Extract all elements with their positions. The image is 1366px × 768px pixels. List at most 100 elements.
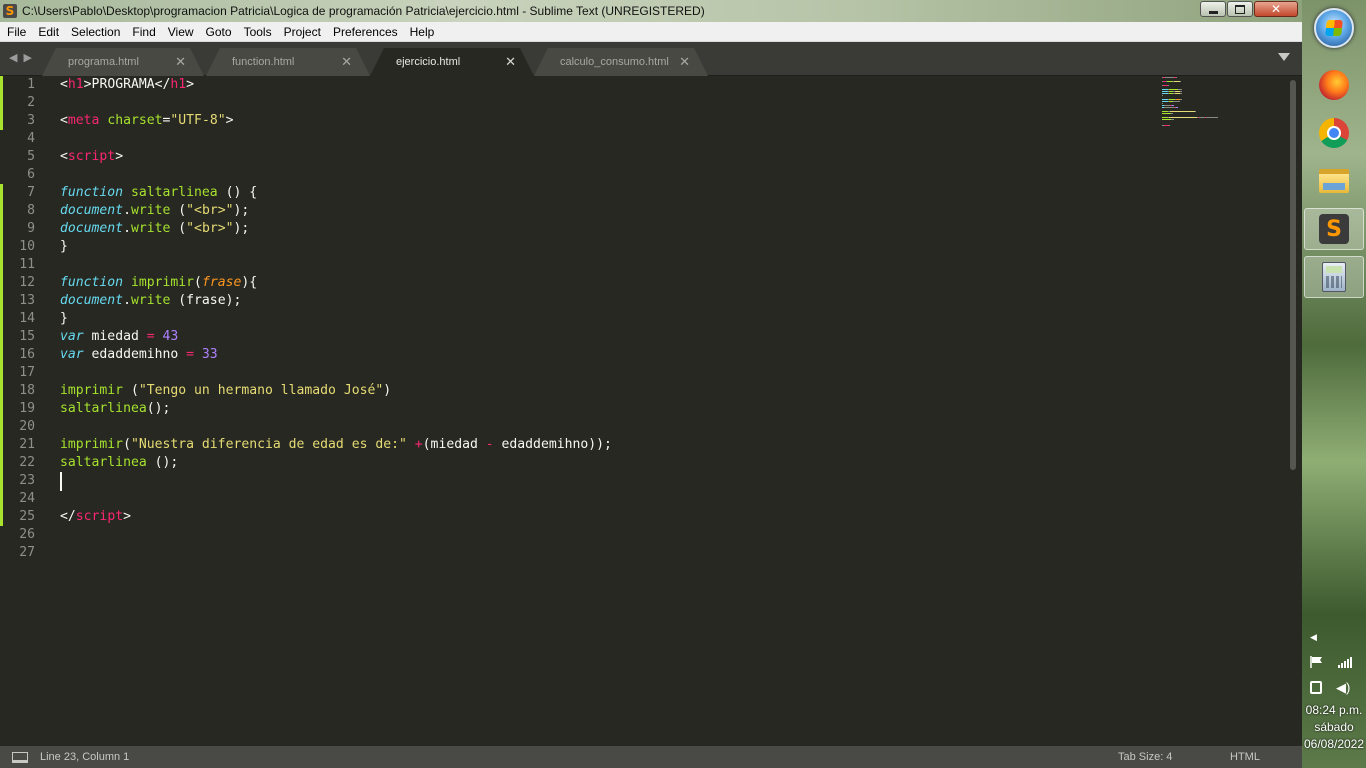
code-token: "<br>": [186, 203, 234, 218]
menu-tools[interactable]: Tools: [238, 22, 278, 42]
taskbar-calculator[interactable]: [1304, 256, 1364, 298]
code-token: imprimir: [60, 437, 124, 452]
panel-toggle-icon[interactable]: [12, 752, 28, 763]
minimap-stroke: [1169, 89, 1178, 90]
code-token: script: [75, 509, 124, 524]
volume-icon[interactable]: ◀): [1336, 680, 1350, 696]
code-token: h1: [67, 77, 84, 92]
minimap-stroke: [1172, 105, 1174, 106]
line-number: 23: [19, 473, 35, 488]
start-button[interactable]: [1314, 8, 1354, 48]
minimap-stroke: [1173, 101, 1180, 102]
code-token: ): [383, 383, 392, 398]
menu-edit[interactable]: Edit: [32, 22, 65, 42]
code-token: function: [60, 185, 124, 200]
tab-close-icon[interactable]: ✕: [679, 54, 690, 70]
code-token: miedad: [83, 329, 147, 344]
line-number: 19: [19, 401, 35, 416]
tab-left-arrow-icon[interactable]: ◀: [9, 51, 17, 64]
code-token: ();: [146, 455, 179, 470]
taskbar-chrome[interactable]: [1304, 112, 1364, 154]
tab-ejercicio-html[interactable]: ejercicio.html ✕: [370, 48, 534, 76]
minimize-button[interactable]: [1200, 1, 1226, 17]
code-token: write: [130, 221, 171, 236]
menu-goto[interactable]: Goto: [200, 22, 238, 42]
battery-icon[interactable]: [1310, 681, 1322, 694]
code-token: +: [414, 437, 423, 452]
minimap-stroke: [1168, 85, 1169, 86]
taskbar-firefox[interactable]: [1304, 64, 1364, 106]
code-token: function: [60, 275, 124, 290]
minimap[interactable]: [1160, 76, 1240, 136]
code-token: var: [60, 329, 84, 344]
minimap-stroke: [1180, 81, 1181, 82]
menu-help[interactable]: Help: [404, 22, 441, 42]
close-icon: ✕: [1270, 2, 1282, 16]
code-line: document.write ("<br>");: [60, 202, 249, 220]
sublime-text-icon: S: [3, 4, 17, 18]
maximize-button[interactable]: [1227, 1, 1253, 17]
code-token: 33: [201, 347, 218, 362]
clock-time[interactable]: 08:24 p.m.: [1302, 703, 1366, 717]
menu-find[interactable]: Find: [126, 22, 161, 42]
code-token: "Tengo un hermano llamado José": [138, 383, 384, 398]
code-token: "<br>": [186, 221, 234, 236]
action-center-flag-icon[interactable]: [1310, 656, 1324, 668]
code-token: edaddemihno: [83, 347, 187, 362]
network-signal-icon[interactable]: [1338, 656, 1352, 668]
taskbar-file-explorer[interactable]: [1304, 160, 1364, 202]
tab-close-icon[interactable]: ✕: [341, 54, 352, 70]
line-number: 17: [19, 365, 35, 380]
tab-right-arrow-icon[interactable]: ▶: [23, 51, 31, 64]
tab-close-icon[interactable]: ✕: [175, 54, 186, 70]
code-line: <h1>PROGRAMA</h1>: [60, 76, 194, 94]
vertical-scrollbar[interactable]: [1290, 80, 1296, 470]
code-token: </: [60, 509, 76, 524]
code-token: document: [60, 293, 124, 308]
line-number-gutter: 1 2 3 4 5 6 7 8 9 10 11 12 13 14 15 16 17 18 19 20 21 22 23 24 2…: [0, 76, 56, 746]
tab-function-html[interactable]: function.html ✕: [206, 48, 370, 76]
tab-close-icon[interactable]: ✕: [505, 54, 516, 70]
minimap-stroke: [1171, 113, 1173, 114]
line-number: 18: [19, 383, 35, 398]
menu-file[interactable]: File: [0, 22, 32, 42]
line-number: 4: [27, 131, 35, 146]
code-editor[interactable]: 1 2 3 4 5 6 7 8 9 10 11 12 13 14 15 16 17 18 19 20 21 22 23 24 2…: [0, 76, 1302, 746]
tab-programa-html[interactable]: programa.html ✕: [42, 48, 204, 76]
tab-size-selector[interactable]: Tab Size: 4: [1118, 751, 1172, 763]
line-number: 6: [27, 167, 35, 182]
code-line: <script>: [60, 148, 123, 166]
clock-date[interactable]: 06/08/2022: [1302, 737, 1366, 751]
tab-dropdown-icon[interactable]: [1278, 53, 1290, 61]
taskbar-sublime-text[interactable]: S: [1304, 208, 1364, 250]
tab-label: programa.html: [68, 56, 139, 68]
clock-day[interactable]: sábado: [1302, 720, 1366, 734]
title-bar[interactable]: S C:\Users\Pablo\Desktop\programacion Pa…: [0, 0, 1302, 22]
code-token: saltarlinea: [60, 401, 147, 416]
code-token: <: [60, 77, 68, 92]
minimap-stroke: [1170, 111, 1195, 112]
line-number: 1: [27, 77, 35, 92]
line-number: 25: [19, 509, 35, 524]
minimap-stroke: [1180, 91, 1182, 92]
tab-calculo-consumo-html[interactable]: calculo_consumo.html ✕: [534, 48, 708, 76]
menu-preferences[interactable]: Preferences: [327, 22, 404, 42]
show-hidden-icons-icon[interactable]: ◀: [1310, 632, 1317, 643]
code-token: saltarlinea: [130, 185, 218, 200]
syntax-selector[interactable]: HTML: [1230, 751, 1260, 763]
menu-selection[interactable]: Selection: [65, 22, 126, 42]
minimap-stroke: [1162, 119, 1171, 120]
minimap-stroke: [1164, 107, 1174, 108]
minimize-icon: [1208, 10, 1218, 14]
tab-label: calculo_consumo.html: [560, 56, 669, 68]
minimap-stroke: [1180, 93, 1182, 94]
menu-project[interactable]: Project: [278, 22, 327, 42]
minimap-stroke: [1171, 119, 1174, 120]
close-button[interactable]: ✕: [1254, 1, 1298, 17]
code-token: .: [123, 221, 131, 236]
sublime-text-icon: S: [1319, 214, 1349, 244]
line-number: 27: [19, 545, 35, 560]
menu-view[interactable]: View: [162, 22, 200, 42]
